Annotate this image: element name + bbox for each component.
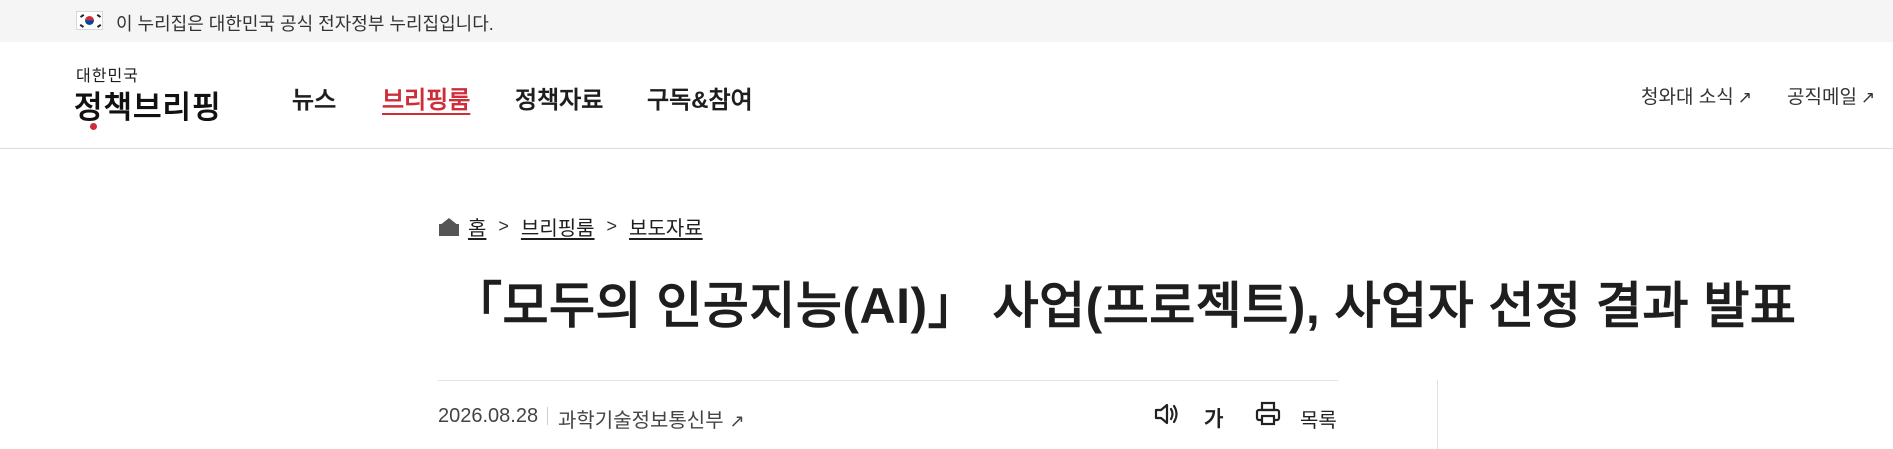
site-header: 대한민국 정책브리핑 뉴스 브리핑룸 정책자료 구독&참여 청와대 소식 ↗ 공직… [0,42,1893,149]
util-link-label: 청와대 소식 [1641,87,1734,108]
breadcrumb-home[interactable]: 홈 [468,212,486,241]
nav-policy-data[interactable]: 정책자료 [515,80,603,115]
logo-dot [90,123,97,130]
chevron-right-icon: > [606,216,618,236]
util-link-label: 공직메일 [1787,87,1857,108]
speaker-icon[interactable] [1153,400,1181,428]
external-link-icon: ↗ [1860,88,1876,107]
gov-banner: 이 누리집은 대한민국 공식 전자정부 누리집입니다. [0,0,1893,42]
nav-subscribe-participate[interactable]: 구독&참여 [647,80,753,115]
meta-separator [547,407,548,425]
department-label: 과학기술정보통신부 [558,410,724,432]
article-date: 2026.08.28 [438,405,539,427]
home-icon[interactable] [439,217,459,236]
util-link-cheongwadae[interactable]: 청와대 소식 ↗ [1641,82,1752,109]
meta-divider-line [438,380,1338,381]
gov-banner-text: 이 누리집은 대한민국 공식 전자정부 누리집입니다. [116,14,494,34]
list-button[interactable]: 목록 [1300,404,1337,433]
sidebar-divider-line [1437,380,1438,449]
util-link-official-mail[interactable]: 공직메일 ↗ [1787,82,1875,109]
nav-news[interactable]: 뉴스 [292,80,336,115]
external-link-icon: ↗ [729,411,745,431]
breadcrumb-press-release[interactable]: 보도자료 [629,212,703,241]
logo-main-text: 정책브리핑 [74,90,222,125]
nav-briefing-room[interactable]: 브리핑룸 [382,80,470,115]
department-link[interactable]: 과학기술정보통신부 ↗ [558,404,745,433]
breadcrumb: 홈 > 브리핑룸 > 보도자료 [439,212,703,241]
korea-flag-icon [76,11,103,30]
external-link-icon: ↗ [1737,88,1752,107]
chevron-right-icon: > [498,216,509,236]
article-title: 「모두의 인공지능(AI)」 사업(프로젝트), 사업자 선정 결과 발표 [452,278,1797,334]
font-size-button[interactable]: 가 [1204,403,1223,433]
breadcrumb-briefing-room[interactable]: 브리핑룸 [521,212,595,241]
print-icon[interactable] [1254,400,1282,428]
